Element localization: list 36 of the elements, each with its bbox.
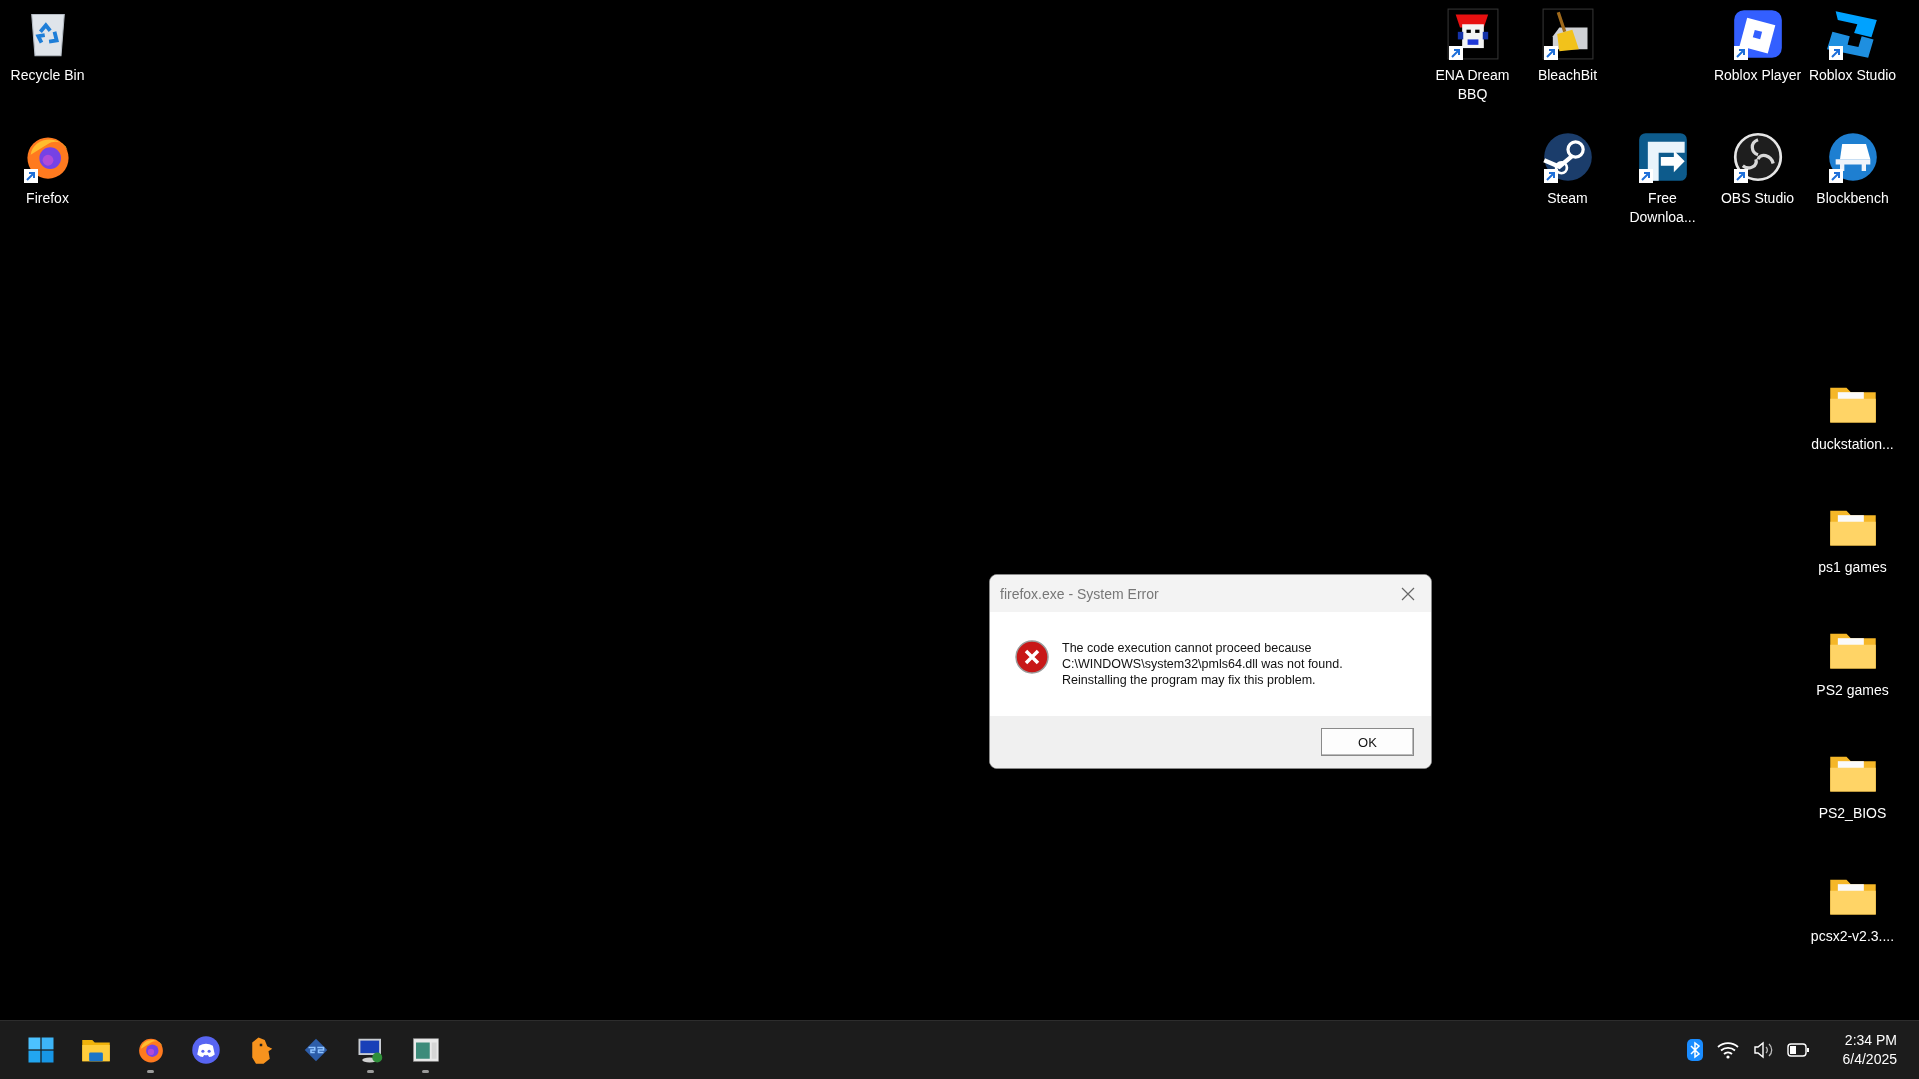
app-icon[interactable]	[1636, 131, 1689, 183]
icon-label[interactable]: Recycle Bin	[10, 66, 85, 85]
icon-label[interactable]: PS2_BIOS	[1818, 804, 1887, 823]
battery-icon[interactable]	[1786, 1043, 1809, 1057]
error-message: The code execution cannot proceed because C:\WINDOWS\system32\pmls64.dll was not found. Reinstalling the program may fix this problem.	[1062, 640, 1343, 688]
volume-icon[interactable]	[1752, 1041, 1773, 1059]
app-icon[interactable]	[1731, 8, 1784, 60]
bluetooth-icon[interactable]	[1686, 1039, 1703, 1061]
app-icon[interactable]	[1541, 131, 1594, 183]
app-icon[interactable]	[1826, 131, 1879, 183]
close-icon	[1401, 586, 1415, 601]
icon-label[interactable]: duckstation...	[1811, 435, 1894, 454]
icon-label[interactable]: ENA Dream BBQ	[1425, 66, 1520, 104]
clock-time[interactable]: 2:34 PM	[1844, 1031, 1897, 1050]
icon-label[interactable]: ps1 games	[1818, 558, 1887, 577]
dialog-title: firefox.exe - System Error	[1000, 585, 1159, 602]
app-icon[interactable]	[1731, 131, 1784, 183]
icon-label[interactable]: Roblox Player	[1713, 66, 1802, 85]
app-icon[interactable]	[1541, 8, 1594, 60]
icon-label[interactable]: Blockbench	[1816, 189, 1889, 208]
app-icon	[190, 1035, 221, 1065]
clock-date[interactable]: 6/4/2025	[1842, 1050, 1897, 1069]
wifi-icon[interactable]	[1716, 1041, 1739, 1059]
icon-label[interactable]: pcsx2-v2.3....	[1810, 927, 1895, 946]
ok-button[interactable]: OK	[1321, 728, 1414, 756]
icon-label[interactable]: BleachBit	[1537, 66, 1598, 85]
icon-label[interactable]: Free Downloa...	[1615, 189, 1710, 227]
error-icon	[1015, 640, 1049, 674]
icon-label[interactable]: Steam	[1547, 189, 1588, 208]
icon-label[interactable]: Firefox	[26, 189, 69, 208]
icon-label[interactable]: Roblox Studio	[1808, 66, 1897, 85]
app-icon[interactable]	[1446, 8, 1499, 60]
app-icon	[410, 1035, 441, 1065]
app-icon[interactable]	[1826, 8, 1879, 60]
icon-label[interactable]: OBS Studio	[1720, 189, 1795, 208]
icon-label[interactable]: PS2 games	[1816, 681, 1889, 700]
